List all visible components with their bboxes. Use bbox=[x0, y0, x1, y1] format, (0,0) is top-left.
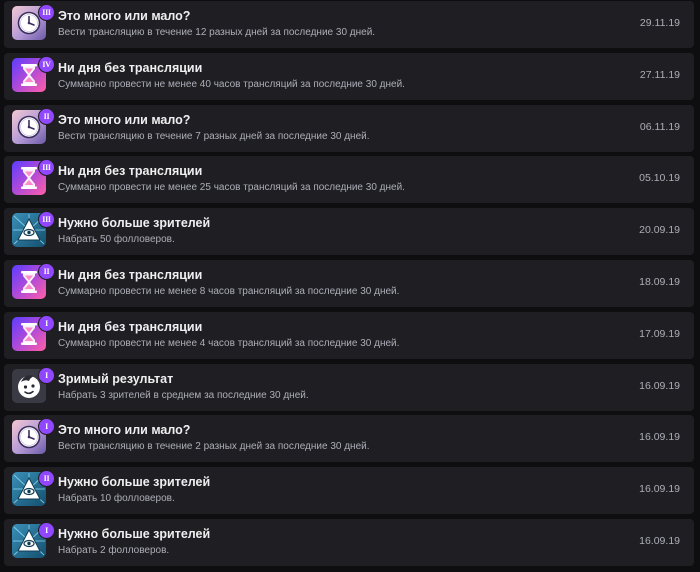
achievement-icon-wrap: I bbox=[12, 418, 55, 455]
tier-badge: III bbox=[38, 4, 55, 21]
achievement-description: Вести трансляцию в течение 12 разных дне… bbox=[58, 27, 376, 38]
achievement-row[interactable]: III Это много или мало? Вести трансляцию… bbox=[4, 1, 694, 48]
achievement-row[interactable]: II Ни дня без трансляции Суммарно провес… bbox=[4, 260, 694, 307]
achievement-row[interactable]: I Нужно больше зрителей Набрать 2 фоллов… bbox=[4, 519, 694, 566]
tier-badge: II bbox=[38, 263, 55, 280]
achievement-date: 16.09.19 bbox=[639, 431, 680, 444]
achievement-title: Это много или мало? bbox=[58, 423, 191, 438]
tier-badge: IV bbox=[38, 55, 55, 73]
achievement-row[interactable]: IV Ни дня без трансляции Суммарно провес… bbox=[4, 52, 694, 100]
achievement-description: Суммарно провести не менее 40 часов тран… bbox=[58, 78, 405, 90]
achievement-date: 18.09.19 bbox=[639, 276, 680, 288]
achievement-icon-wrap: III bbox=[12, 159, 55, 196]
achievement-icon-wrap: I bbox=[12, 366, 55, 403]
achievement-icon-wrap: III bbox=[12, 211, 55, 248]
achievement-icon-wrap: I bbox=[12, 522, 55, 558]
achievement-title: Нужно больше зрителей bbox=[58, 475, 211, 490]
achievement-title: Ни дня без трансляции bbox=[58, 164, 203, 179]
achievement-row[interactable]: II Это много или мало? Вести трансляцию … bbox=[4, 104, 694, 152]
achievement-icon-wrap: II bbox=[12, 263, 55, 299]
tier-badge: I bbox=[38, 314, 55, 332]
achievement-row[interactable]: III Нужно больше зрителей Набрать 50 фол… bbox=[4, 208, 694, 256]
achievement-title: Это много или мало? bbox=[58, 9, 191, 23]
tier-badge: III bbox=[38, 159, 55, 177]
achievement-description: Суммарно провести не менее 8 часов транс… bbox=[58, 286, 400, 297]
achievement-date: 17.09.19 bbox=[639, 327, 680, 340]
tier-badge: II bbox=[38, 470, 55, 488]
achievement-description: Вести трансляцию в течение 7 разных дней… bbox=[58, 130, 370, 142]
achievement-date: 16.09.19 bbox=[639, 483, 680, 496]
achievement-icon-wrap: II bbox=[12, 470, 55, 507]
achievement-date: 06.11.19 bbox=[639, 120, 680, 133]
achievements-list: III Это много или мало? Вести трансляцию… bbox=[0, 0, 700, 572]
achievement-icon-wrap: III bbox=[12, 4, 55, 40]
achievement-date: 16.09.19 bbox=[639, 379, 680, 392]
achievement-title: Ни дня без трансляции bbox=[58, 268, 203, 282]
tier-badge: II bbox=[38, 107, 55, 125]
achievement-description: Набрать 3 зрителей в среднем за последни… bbox=[58, 389, 309, 401]
tier-badge: III bbox=[38, 211, 55, 229]
achievement-title: Нужно больше зрителей bbox=[58, 216, 211, 231]
achievement-row[interactable]: I Зримый результат Набрать 3 зрителей в … bbox=[4, 363, 694, 411]
achievement-row[interactable]: I Это много или мало? Вести трансляцию в… bbox=[4, 415, 694, 463]
achievement-icon-wrap: IV bbox=[12, 55, 55, 92]
achievement-title: Ни дня без трансляции bbox=[58, 319, 203, 334]
achievement-icon-wrap: I bbox=[12, 314, 55, 351]
tier-badge: I bbox=[38, 522, 55, 539]
achievement-title: Ни дня без трансляции bbox=[58, 60, 203, 75]
achievement-icon-wrap: II bbox=[12, 107, 55, 144]
achievement-date: 29.11.19 bbox=[639, 17, 680, 29]
tier-badge: I bbox=[38, 418, 55, 436]
achievement-description: Вести трансляцию в течение 2 разных дней… bbox=[58, 441, 370, 453]
achievement-row[interactable]: III Ни дня без трансляции Суммарно прове… bbox=[4, 156, 694, 204]
achievement-row[interactable]: I Ни дня без трансляции Суммарно провест… bbox=[4, 311, 694, 359]
tier-badge: I bbox=[38, 366, 55, 384]
achievement-title: Зримый результат bbox=[58, 371, 174, 386]
achievement-description: Набрать 10 фолловеров. bbox=[58, 493, 175, 505]
achievement-description: Суммарно провести не менее 4 часов транс… bbox=[58, 337, 400, 349]
achievement-date: 16.09.19 bbox=[639, 535, 680, 547]
achievement-description: Набрать 50 фолловеров. bbox=[58, 234, 175, 246]
achievement-row[interactable]: II Нужно больше зрителей Набрать 10 фолл… bbox=[4, 467, 694, 515]
achievement-description: Суммарно провести не менее 25 часов тран… bbox=[58, 182, 405, 194]
achievement-date: 20.09.19 bbox=[639, 224, 680, 237]
achievement-date: 27.11.19 bbox=[639, 68, 680, 81]
achievement-title: Нужно больше зрителей bbox=[58, 527, 211, 541]
achievement-description: Набрать 2 фолловеров. bbox=[58, 545, 170, 556]
achievement-date: 05.10.19 bbox=[639, 172, 680, 185]
achievement-title: Это много или мало? bbox=[58, 112, 191, 127]
